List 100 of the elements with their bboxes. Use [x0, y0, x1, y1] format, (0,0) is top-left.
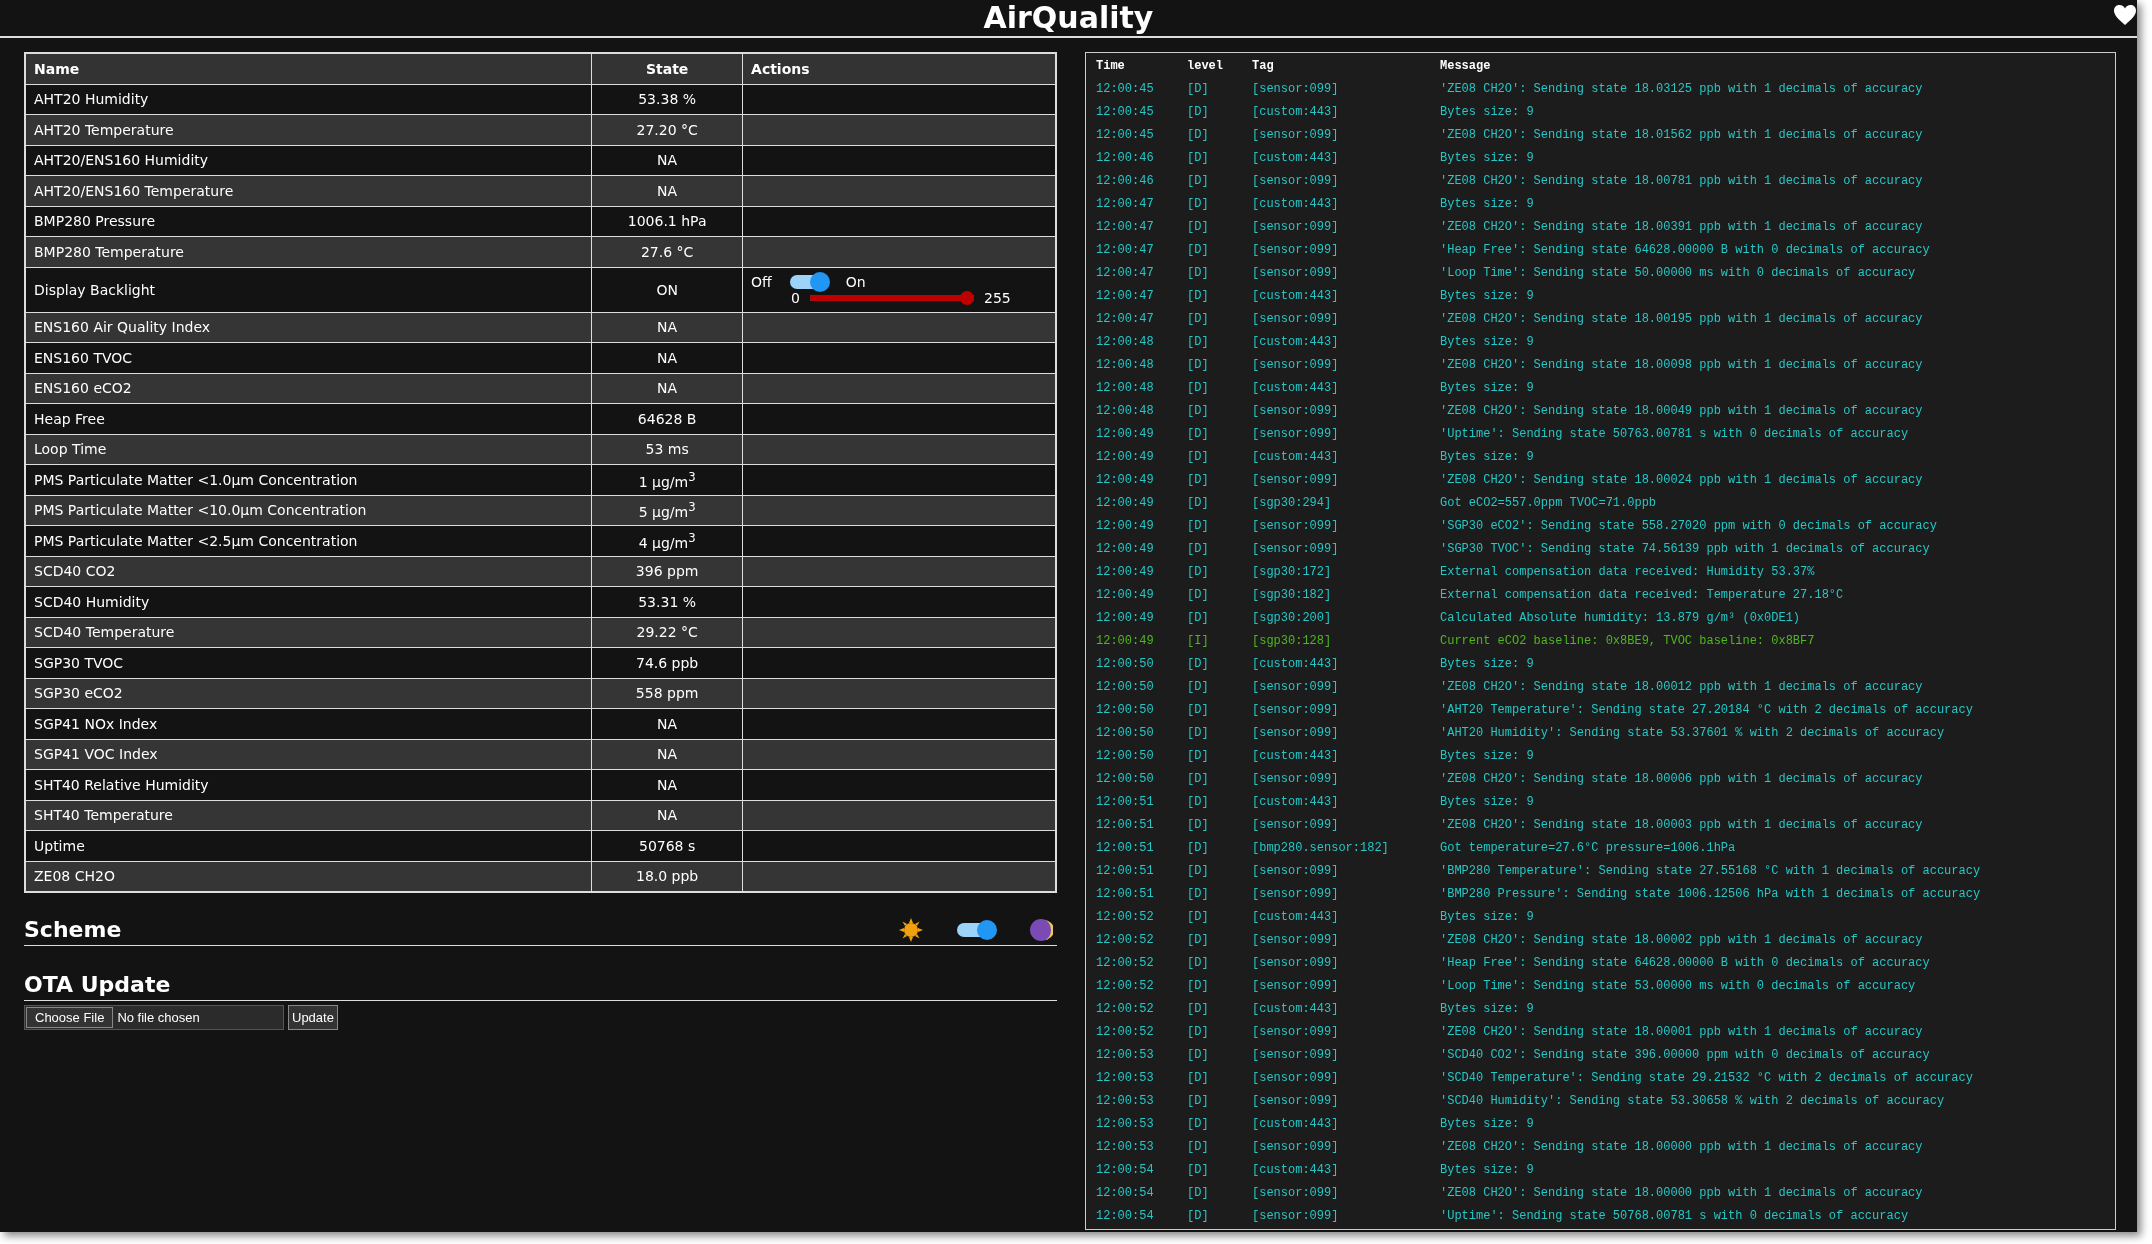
log-tag: [custom:443] [1252, 794, 1440, 809]
log-tag: [custom:443] [1252, 334, 1440, 349]
log-tag: [sensor:099] [1252, 1139, 1440, 1154]
log-tag: [custom:443] [1252, 1001, 1440, 1016]
log-message: 'SGP30 eCO2': Sending state 558.27020 ppm with 0 decimals of accuracy [1440, 518, 1937, 533]
log-time: 12:00:49 [1096, 426, 1155, 441]
table-cell: NA [591, 175, 743, 206]
log-tag: [bmp280.sensor:182] [1252, 840, 1440, 855]
log-message: Bytes size: 9 [1440, 1116, 1534, 1131]
table-cell: 27.6 °C [591, 236, 743, 267]
table-cell: 558 ppm [591, 678, 743, 709]
log-message: 'ZE08 CH2O': Sending state 18.00024 ppb with 1 decimals of accuracy [1440, 472, 1923, 487]
table-cell: Heap Free [25, 403, 592, 434]
log-message: 'ZE08 CH2O': Sending state 18.00000 ppb with 1 decimals of accuracy [1440, 1139, 1923, 1154]
table-cell: Display Backlight [25, 267, 592, 312]
table-cell: ENS160 TVOC [25, 342, 592, 373]
log-level: [D] [1187, 610, 1210, 625]
log-tag: [sensor:099] [1252, 173, 1440, 188]
log-message: 'AHT20 Temperature': Sending state 27.20184 °C with 2 decimals of accuracy [1440, 702, 1973, 717]
log-level: [D] [1187, 311, 1210, 326]
table-cell: ENS160 Air Quality Index [25, 312, 592, 343]
log-tag: [custom:443] [1252, 1116, 1440, 1131]
log-message: 'ZE08 CH2O': Sending state 18.00781 ppb with 1 decimals of accuracy [1440, 173, 1923, 188]
log-time: 12:00:47 [1096, 219, 1155, 234]
log-message: Bytes size: 9 [1440, 909, 1534, 924]
heart-icon[interactable] [2113, 4, 2137, 26]
log-tag: [custom:443] [1252, 449, 1440, 464]
log-level: [D] [1187, 1047, 1210, 1062]
table-cell: SCD40 Temperature [25, 617, 592, 648]
table-cell: 53.31 % [591, 586, 743, 617]
log-time: 12:00:54 [1096, 1208, 1155, 1223]
log-time: 12:00:47 [1096, 196, 1155, 211]
table-cell: AHT20 Temperature [25, 114, 592, 145]
table-cell: SHT40 Relative Humidity [25, 769, 592, 800]
table-cell: 5 µg/m$^{3}$ [591, 495, 743, 526]
log-time: 12:00:45 [1096, 104, 1155, 119]
log-time: 12:00:45 [1096, 81, 1155, 96]
log-message: Bytes size: 9 [1440, 288, 1534, 303]
log-message: External compensation data received: Temperature 27.18°C [1440, 587, 1844, 602]
toggle-switch[interactable] [789, 274, 828, 289]
log-time: 12:00:46 [1096, 173, 1155, 188]
log-time: 12:00:49 [1096, 472, 1155, 487]
log-level: [D] [1187, 1093, 1210, 1108]
log-level: [D] [1187, 104, 1210, 119]
log-message: 'ZE08 CH2O': Sending state 18.00098 ppb with 1 decimals of accuracy [1440, 357, 1923, 372]
log-time: 12:00:47 [1096, 242, 1155, 257]
log-level: [D] [1187, 1208, 1210, 1223]
update-button[interactable]: Update [288, 1005, 338, 1030]
log-tag: [sensor:099] [1252, 242, 1440, 257]
log-message: Calculated Absolute humidity: 13.879 g/m³ (0x0DE1) [1440, 610, 1801, 625]
file-input[interactable]: Choose File No file chosen [24, 1005, 284, 1030]
log-level: [D] [1187, 1070, 1210, 1085]
log-level: [D] [1187, 357, 1210, 372]
log-level: [D] [1187, 196, 1210, 211]
log-tag: [sensor:099] [1252, 403, 1440, 418]
log-time: 12:00:52 [1096, 909, 1155, 924]
log-time: 12:00:45 [1096, 127, 1155, 142]
table-cell: 18.0 ppb [591, 861, 743, 892]
log-tag: [custom:443] [1252, 104, 1440, 119]
table-cell: SGP41 NOx Index [25, 708, 592, 739]
log-message: 'BMP280 Temperature': Sending state 27.55168 °C with 1 decimals of accuracy [1440, 863, 1981, 878]
column-header: Tag [1252, 59, 1275, 73]
log-tag: [sensor:099] [1252, 357, 1440, 372]
table-cell: ENS160 eCO2 [25, 373, 592, 404]
log-level: [D] [1187, 334, 1210, 349]
log-time: 12:00:53 [1096, 1070, 1155, 1085]
log-tag: [sensor:099] [1252, 472, 1440, 487]
log-time: 12:00:48 [1096, 357, 1155, 372]
log-time: 12:00:54 [1096, 1185, 1155, 1200]
log-time: 12:00:53 [1096, 1116, 1155, 1131]
log-time: 12:00:52 [1096, 978, 1155, 993]
log-tag: [sensor:099] [1252, 932, 1440, 947]
log-time: 12:00:50 [1096, 725, 1155, 740]
log-message: 'Loop Time': Sending state 50.00000 ms with 0 decimals of accuracy [1440, 265, 1916, 280]
table-cell: BMP280 Pressure [25, 206, 592, 237]
log-time: 12:00:52 [1096, 1024, 1155, 1039]
log-level: [D] [1187, 840, 1210, 855]
log-tag: [sensor:099] [1252, 265, 1440, 280]
table-cell: AHT20/ENS160 Humidity [25, 145, 592, 176]
log-message: 'Uptime': Sending state 50768.00781 s with 0 decimals of accuracy [1440, 1208, 1909, 1223]
log-level: [D] [1187, 725, 1210, 740]
log-level: [D] [1187, 1139, 1210, 1154]
theme-toggle[interactable] [957, 923, 995, 937]
log-message: Bytes size: 9 [1440, 748, 1534, 763]
slider-max-label: 255 [983, 289, 1011, 306]
log-level: [D] [1187, 288, 1210, 303]
table-cell: SCD40 CO2 [25, 556, 592, 587]
log-message: 'ZE08 CH2O': Sending state 18.00012 ppb with 1 decimals of accuracy [1440, 679, 1923, 694]
log-time: 12:00:50 [1096, 702, 1155, 717]
log-message: Bytes size: 9 [1440, 104, 1534, 119]
column-header: Name [25, 53, 592, 84]
on-label: On [845, 273, 866, 290]
log-tag: [sensor:099] [1252, 1047, 1440, 1062]
table-cell: NA [591, 708, 743, 739]
log-message: 'SCD40 Humidity': Sending state 53.30658 % with 2 decimals of accuracy [1440, 1093, 1945, 1108]
log-level: [D] [1187, 1162, 1210, 1177]
table-cell: 27.20 °C [591, 114, 743, 145]
log-tag: [sgp30:172] [1252, 564, 1440, 579]
table-cell: PMS Particulate Matter <10.0µm Concentration [25, 495, 592, 526]
log-message: Got eCO2=557.0ppm TVOC=71.0ppb [1440, 495, 1657, 510]
